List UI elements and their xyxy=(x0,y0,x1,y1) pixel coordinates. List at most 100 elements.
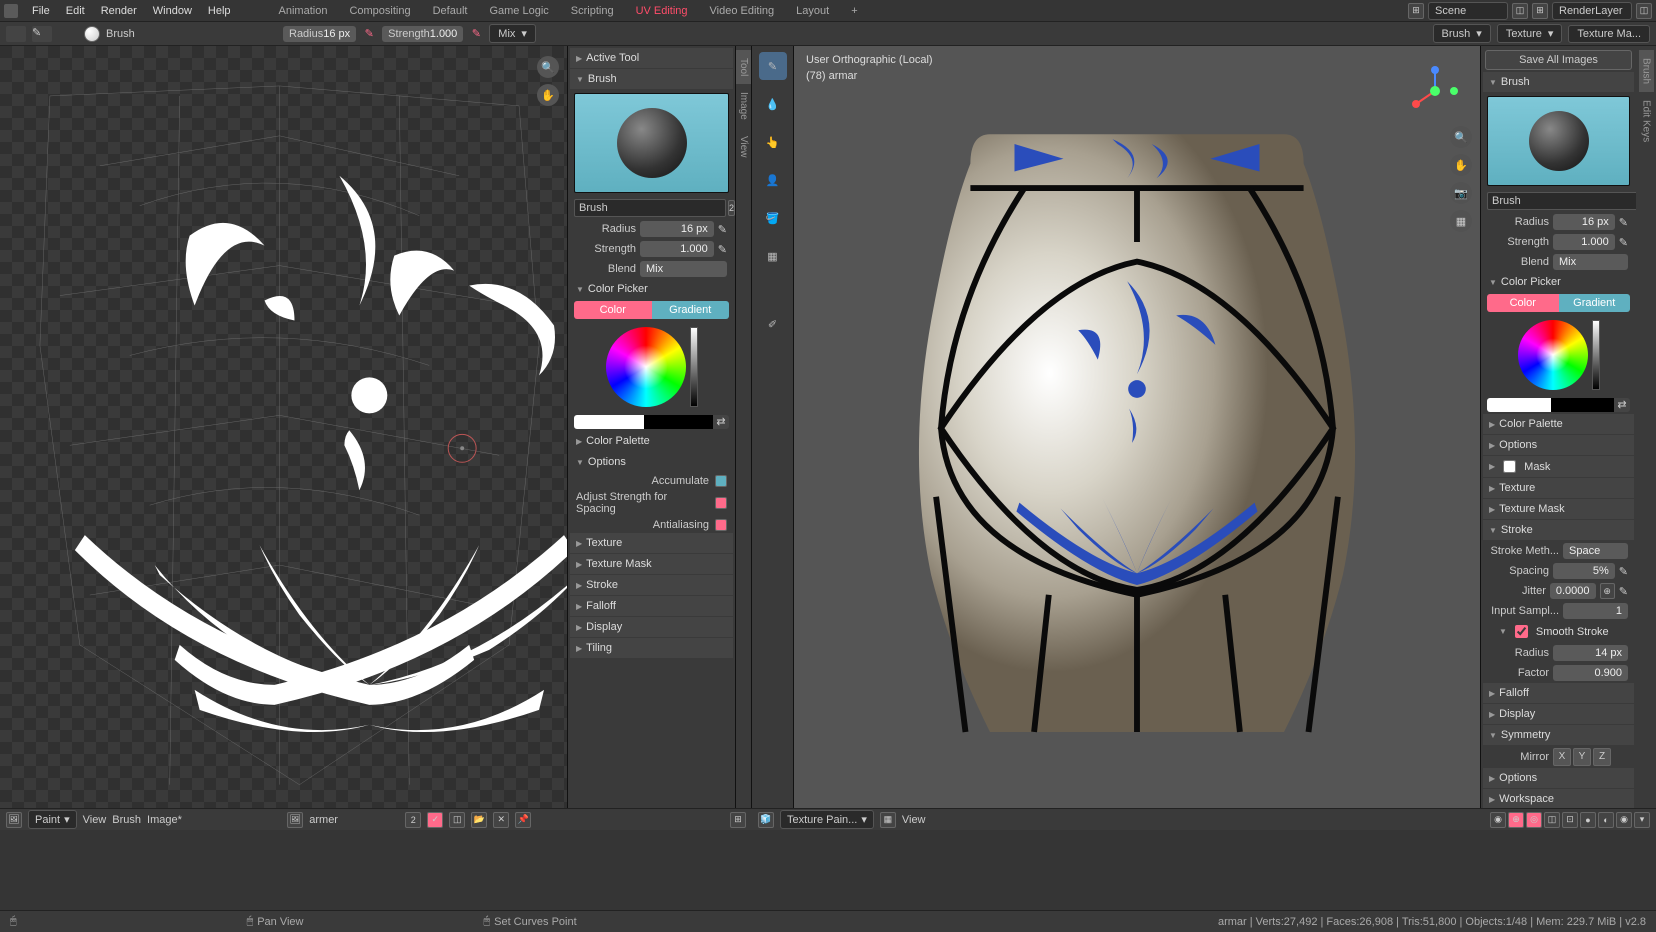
section-color-palette[interactable]: ▶Color Palette xyxy=(570,431,733,451)
input-samples-field[interactable]: 1 xyxy=(1563,603,1628,619)
jitter-unit-toggle[interactable]: ⊕ xyxy=(1600,583,1615,599)
color-swatch-icon[interactable] xyxy=(84,26,100,42)
scene-browse-icon[interactable]: ⊞ xyxy=(1408,3,1424,19)
clone-tool-icon[interactable]: 👤 xyxy=(759,166,787,194)
vp-overlay-toggle[interactable]: ◎ xyxy=(1526,812,1542,828)
panel-strength-pressure[interactable]: ✎ xyxy=(718,243,727,256)
panel-radius-pressure[interactable]: ✎ xyxy=(718,223,727,236)
spacing-field[interactable]: 5% xyxy=(1553,563,1615,579)
mirror-y-toggle[interactable]: Y xyxy=(1573,748,1591,766)
brush-name-input[interactable] xyxy=(574,199,726,217)
add-tab-button[interactable]: + xyxy=(841,2,867,20)
uv-menu-view[interactable]: View xyxy=(83,814,107,826)
r-brush-name-input[interactable] xyxy=(1487,192,1636,210)
fill-tool-icon[interactable]: 🪣 xyxy=(759,204,787,232)
vp-ortho-icon[interactable]: ▦ xyxy=(1450,210,1472,232)
panel-strength-field[interactable]: 1.000 xyxy=(640,241,714,257)
r-section-symmetry[interactable]: ▼Symmetry xyxy=(1483,725,1634,745)
draw-tool-icon[interactable]: ✎ xyxy=(759,52,787,80)
r-value-slider[interactable] xyxy=(1592,320,1600,390)
section-texture[interactable]: ▶Texture xyxy=(570,533,733,553)
section-color-picker[interactable]: ▼Color Picker xyxy=(570,279,733,299)
mask-checkbox[interactable] xyxy=(1503,460,1516,473)
stroke-method-dropdown[interactable]: Space xyxy=(1563,543,1628,559)
vp-editor-type-icon[interactable]: 🧊 xyxy=(758,812,774,828)
r-radius-pressure[interactable]: ✎ xyxy=(1619,216,1628,229)
r-color-gradient-toggle[interactable]: Color Gradient xyxy=(1487,294,1630,312)
vp-context-toggle[interactable]: ▦ xyxy=(880,812,896,828)
renderlayer-field[interactable]: RenderLayer xyxy=(1552,2,1632,20)
image-fakeuser[interactable]: ✓ xyxy=(427,812,443,828)
section-brush[interactable]: ▼Brush xyxy=(570,69,733,89)
brush-preview[interactable] xyxy=(574,93,729,193)
smear-tool-icon[interactable]: 👆 xyxy=(759,128,787,156)
section-falloff[interactable]: ▶Falloff xyxy=(570,596,733,616)
strength-field[interactable]: Strength1.000 xyxy=(382,26,463,42)
menu-window[interactable]: Window xyxy=(145,2,200,20)
gradient-mode-button[interactable]: Gradient xyxy=(652,301,730,319)
texture-mask-popover[interactable]: Texture Ma... xyxy=(1568,25,1650,43)
image-unlink[interactable]: ✕ xyxy=(493,812,509,828)
smooth-stroke-checkbox[interactable] xyxy=(1515,625,1528,638)
uv-tab-tool[interactable]: Tool xyxy=(736,50,751,84)
image-new[interactable]: ◫ xyxy=(449,812,465,828)
shading-rendered-icon[interactable]: ◉ xyxy=(1616,812,1632,828)
vp-gizmo-toggle[interactable]: ⊕ xyxy=(1508,812,1524,828)
r-radius-field[interactable]: 16 px xyxy=(1553,214,1615,230)
antialiasing-checkbox[interactable] xyxy=(715,519,727,531)
primary-secondary-swatch[interactable]: ⇄ xyxy=(574,415,729,429)
shading-wire-icon[interactable]: ⊡ xyxy=(1562,812,1578,828)
renderlayer-browse-icon[interactable]: ⊞ xyxy=(1532,3,1548,19)
tab-layout[interactable]: Layout xyxy=(786,2,839,20)
r-gradient-btn[interactable]: Gradient xyxy=(1559,294,1631,312)
tab-scripting[interactable]: Scripting xyxy=(561,2,624,20)
r-section-options[interactable]: ▶Options xyxy=(1483,435,1634,455)
r-section-stroke[interactable]: ▼Stroke xyxy=(1483,520,1634,540)
panel-blend-dropdown[interactable]: Mix xyxy=(640,261,727,277)
mirror-z-toggle[interactable]: Z xyxy=(1593,748,1611,766)
uv-gizmos-toggle[interactable]: ⊞ xyxy=(730,812,746,828)
menu-help[interactable]: Help xyxy=(200,2,239,20)
3d-viewport[interactable]: User Orthographic (Local) (78) armar xyxy=(794,46,1480,808)
texture-popover[interactable]: Texture▾ xyxy=(1497,24,1563,43)
tab-default[interactable]: Default xyxy=(423,2,478,20)
image-browse-icon[interactable]: 🖼 xyxy=(287,812,303,828)
r-section-texmask[interactable]: ▶Texture Mask xyxy=(1483,499,1634,519)
tab-videoediting[interactable]: Video Editing xyxy=(700,2,785,20)
section-stroke[interactable]: ▶Stroke xyxy=(570,575,733,595)
section-options[interactable]: ▼Options xyxy=(570,452,733,472)
save-all-images-button[interactable]: Save All Images xyxy=(1485,50,1632,70)
adjust-strength-checkbox[interactable] xyxy=(715,497,727,509)
r-blend-dropdown[interactable]: Mix xyxy=(1553,254,1628,270)
blend-dropdown[interactable]: Mix▾ xyxy=(489,24,536,43)
r-swatch-bar[interactable]: ⇄ xyxy=(1487,398,1630,412)
brush-users-count[interactable]: 2 xyxy=(728,200,735,216)
section-display[interactable]: ▶Display xyxy=(570,617,733,637)
brush-popover[interactable]: Brush▾ xyxy=(1433,24,1491,43)
editor-type-icon[interactable] xyxy=(6,26,26,42)
accumulate-checkbox[interactable] xyxy=(715,475,727,487)
r-section-brush[interactable]: ▼Brush xyxy=(1483,72,1634,92)
ss-factor-field[interactable]: 0.900 xyxy=(1553,665,1628,681)
image-pin[interactable]: 📌 xyxy=(515,812,531,828)
menu-render[interactable]: Render xyxy=(93,2,145,20)
tab-compositing[interactable]: Compositing xyxy=(339,2,420,20)
annotate-tool-icon[interactable]: ✐ xyxy=(759,310,787,338)
menu-file[interactable]: File xyxy=(24,2,58,20)
app-logo-icon[interactable] xyxy=(4,4,18,18)
uv-tab-image[interactable]: Image xyxy=(736,84,751,128)
menu-edit[interactable]: Edit xyxy=(58,2,93,20)
color-mode-button[interactable]: Color xyxy=(574,301,652,319)
orientation-gizmo[interactable] xyxy=(1410,66,1460,116)
tab-gamelogic[interactable]: Game Logic xyxy=(479,2,558,20)
uv-menu-brush[interactable]: Brush xyxy=(112,814,141,826)
vp-menu-view[interactable]: View xyxy=(902,814,926,826)
section-tiling[interactable]: ▶Tiling xyxy=(570,638,733,658)
r-section-falloff[interactable]: ▶Falloff xyxy=(1483,683,1634,703)
radius-pressure-toggle[interactable]: ✎ xyxy=(362,27,376,40)
r-section-mask[interactable]: ▶Mask xyxy=(1483,456,1634,477)
brush-name-field[interactable]: Brush xyxy=(106,28,216,40)
vp-camera-icon[interactable]: 📷 xyxy=(1450,182,1472,204)
r-strength-pressure[interactable]: ✎ xyxy=(1619,236,1628,249)
spacing-pressure[interactable]: ✎ xyxy=(1619,565,1628,578)
